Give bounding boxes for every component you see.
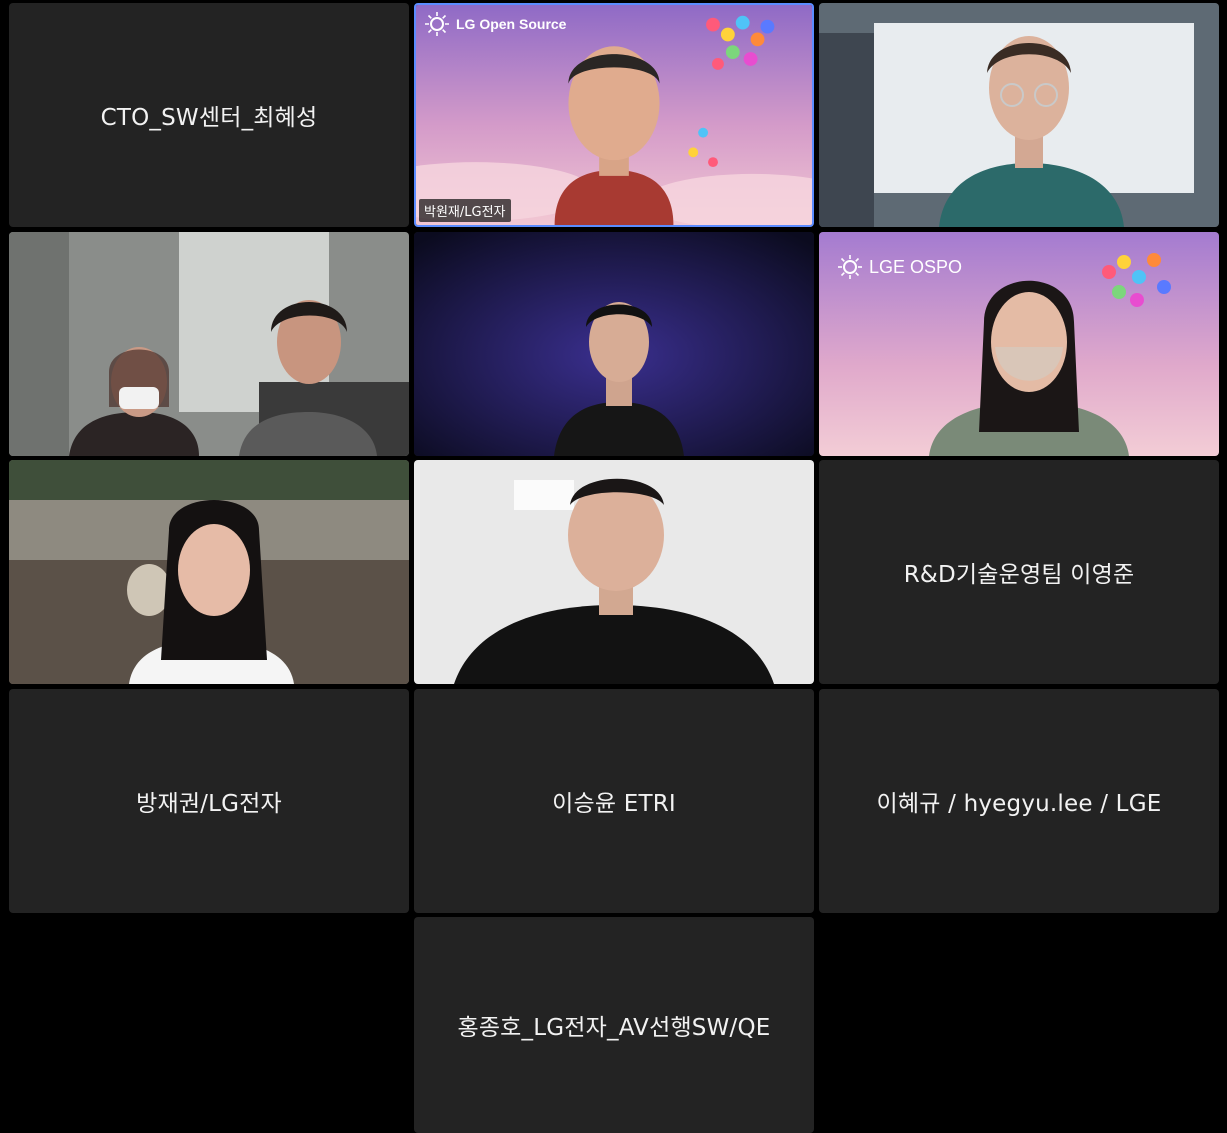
- participant-tile-video[interactable]: [9, 232, 409, 456]
- participant-name: 홍종호_LG전자_AV선행SW/QE: [457, 1015, 771, 1041]
- sun-icon: [425, 12, 449, 36]
- sun-icon: [838, 255, 862, 279]
- participant-name-tag: 박원재/LG전자: [419, 199, 511, 222]
- participant-tile-etri[interactable]: 이승윤 ETRI: [414, 689, 814, 913]
- background-logo-text: LGE OSPO: [869, 256, 963, 277]
- participant-video: [9, 232, 409, 456]
- participant-tile-bang[interactable]: 방재권/LG전자: [9, 689, 409, 913]
- participant-tile-hyegyu[interactable]: 이혜규 / hyegyu.lee / LGE: [819, 689, 1219, 913]
- participant-tile-video[interactable]: [9, 460, 409, 684]
- participant-tile-active-speaker[interactable]: LG Open Source 박원재/LG전자: [414, 3, 814, 227]
- participant-name: CTO_SW센터_최혜성: [100, 105, 318, 131]
- participant-name: R&D기술운영팀 이영준: [903, 562, 1135, 588]
- background-logo: LGE OSPO: [837, 254, 962, 280]
- participant-video: [414, 232, 814, 456]
- gallery-view: CTO_SW센터_최혜성 LG Open Source 박원재/LG전자 LGE…: [0, 0, 1227, 1133]
- participant-tile-video[interactable]: [819, 3, 1219, 227]
- participant-video: [9, 460, 409, 684]
- participant-tile-video[interactable]: LGE OSPO: [819, 232, 1219, 456]
- participant-tile-video[interactable]: [414, 460, 814, 684]
- background-logo: LG Open Source: [424, 11, 566, 37]
- participant-tile-hong[interactable]: 홍종호_LG전자_AV선행SW/QE: [414, 917, 814, 1133]
- participant-video: [819, 3, 1219, 227]
- participant-tile-cto-sw[interactable]: CTO_SW센터_최혜성: [9, 3, 409, 227]
- participant-name: 방재권/LG전자: [136, 791, 282, 817]
- participant-tile-video[interactable]: [414, 232, 814, 456]
- background-logo-text: LG Open Source: [456, 16, 567, 32]
- participant-video: [416, 5, 812, 225]
- participant-name: 이승윤 ETRI: [552, 791, 676, 817]
- participant-tile-rnd[interactable]: R&D기술운영팀 이영준: [819, 460, 1219, 684]
- participant-name: 이혜규 / hyegyu.lee / LGE: [876, 791, 1162, 817]
- participant-video: [414, 460, 814, 684]
